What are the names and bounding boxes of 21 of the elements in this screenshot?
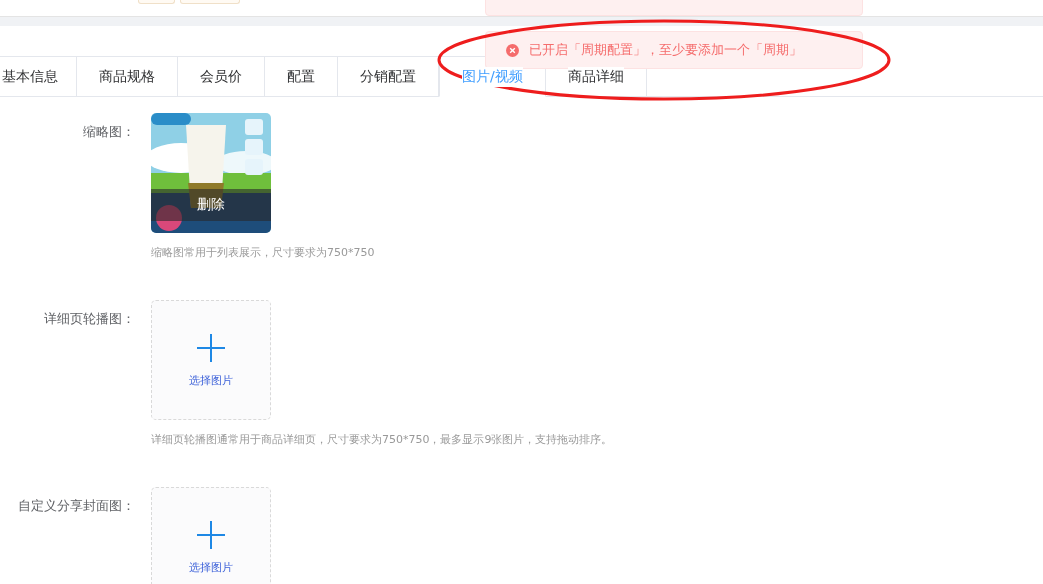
upload-label: 选择图片 <box>189 372 233 388</box>
tab[interactable]: 会员价 <box>178 56 265 97</box>
upload-box[interactable]: 选择图片 <box>151 487 271 584</box>
toast-message: 已开启「周期配置」，至少要添加一个「周期」 <box>529 41 802 59</box>
hint-text: 缩略图常用于列表展示，尺寸要求为750*750 <box>151 245 375 260</box>
tab[interactable]: 分销配置 <box>338 56 439 97</box>
field-label: 自定义分享封面图： <box>17 497 136 515</box>
tab[interactable]: 配置 <box>265 56 338 97</box>
error-icon <box>506 43 519 57</box>
plus-icon <box>196 519 226 550</box>
plus-icon <box>196 332 226 363</box>
upload-label: 选择图片 <box>189 559 233 575</box>
upload-box[interactable]: 选择图片 <box>151 300 271 420</box>
field-label: 缩略图： <box>82 123 136 141</box>
toolbar-button[interactable] <box>138 0 175 4</box>
toolbar-button[interactable] <box>180 0 240 4</box>
tab[interactable]: 商品规格 <box>77 56 178 97</box>
hint-text: 详细页轮播图通常用于商品详细页，尺寸要求为750*750，最多显示9张图片，支持拖动排序。 <box>151 432 613 447</box>
delete-button[interactable]: 删除 <box>151 189 271 221</box>
tab[interactable]: 基本信息 <box>0 56 77 97</box>
field-label: 详细页轮播图： <box>43 310 136 328</box>
